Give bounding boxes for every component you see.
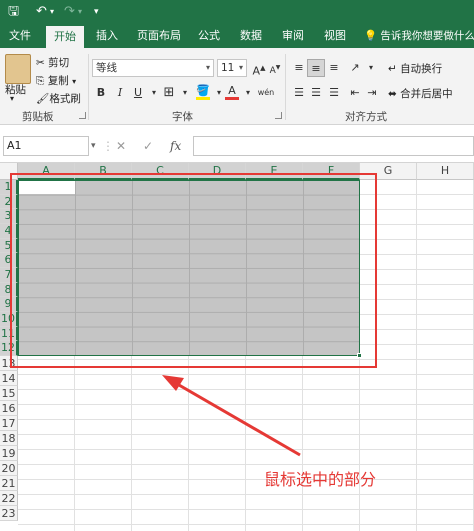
- annotation-arrow: [162, 375, 301, 457]
- annotation-text: 鼠标选中的部分: [264, 470, 377, 489]
